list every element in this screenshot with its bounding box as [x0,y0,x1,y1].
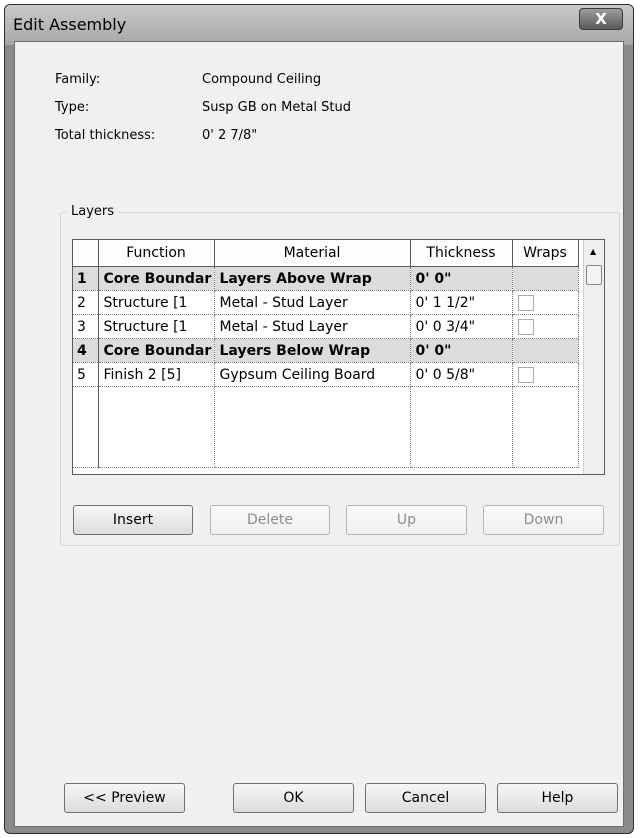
thickness-cell[interactable]: 0' 0" [410,338,513,363]
empty-row [73,386,579,468]
up-button[interactable]: Up [346,505,467,535]
thickness-cell[interactable]: 0' 1 1/2" [410,290,513,315]
thickness-column-header[interactable]: Thickness [410,240,513,267]
empty-cell [73,386,99,468]
material-cell[interactable]: Metal - Stud Layer [214,314,411,339]
wraps-column-header[interactable]: Wraps [512,240,579,267]
material-cell[interactable]: Gypsum Ceiling Board [214,362,411,387]
scrollbar-thumb[interactable] [586,265,602,285]
edit-assembly-dialog: Edit Assembly X Family: Compound Ceiling… [4,4,634,834]
material-cell[interactable]: Layers Above Wrap [214,266,411,291]
function-cell[interactable]: Structure [1 [98,314,215,339]
dialog-body: Family: Compound Ceiling Type: Susp GB o… [14,41,624,827]
delete-button[interactable]: Delete [210,505,330,535]
table-row[interactable]: 2 Structure [1 Metal - Stud Layer 0' 1 1… [73,290,579,315]
down-button[interactable]: Down [483,505,604,535]
dialog-title: Edit Assembly [13,15,127,34]
type-value: Susp GB on Metal Stud [202,100,351,115]
table-row[interactable]: 4 Core Boundar Layers Below Wrap 0' 0" [73,338,579,363]
wraps-cell [512,362,579,387]
ok-button[interactable]: OK [233,783,354,813]
empty-cell [410,386,513,468]
row-number[interactable]: 1 [73,266,99,291]
thickness-cell[interactable]: 0' 0 3/4" [410,314,513,339]
row-number[interactable]: 4 [73,338,99,363]
function-cell[interactable]: Structure [1 [98,290,215,315]
material-cell[interactable]: Metal - Stud Layer [214,290,411,315]
wraps-cell [512,290,579,315]
function-cell[interactable]: Core Boundar [98,338,215,363]
wraps-cell [512,266,579,291]
preview-button[interactable]: << Preview [64,783,185,813]
table-row[interactable]: 3 Structure [1 Metal - Stud Layer 0' 0 3… [73,314,579,339]
close-icon: X [595,10,607,28]
thickness-cell[interactable]: 0' 0 5/8" [410,362,513,387]
wraps-cell [512,314,579,339]
insert-button[interactable]: Insert [73,505,193,535]
wraps-checkbox[interactable] [517,318,534,335]
function-cell[interactable]: Finish 2 [5] [98,362,215,387]
function-cell[interactable]: Core Boundar [98,266,215,291]
empty-cell [512,386,579,468]
cancel-button[interactable]: Cancel [365,783,486,813]
total-thickness-value: 0' 2 7/8" [202,128,258,143]
material-column-header[interactable]: Material [214,240,411,267]
family-label: Family: [55,72,101,87]
title-bar[interactable]: Edit Assembly X [5,5,633,45]
row-number[interactable]: 5 [73,362,99,387]
help-button[interactable]: Help [497,783,618,813]
row-number[interactable]: 3 [73,314,99,339]
family-value: Compound Ceiling [202,72,322,87]
empty-cell [98,386,215,468]
wraps-checkbox[interactable] [517,366,534,383]
table-row[interactable]: 1 Core Boundar Layers Above Wrap 0' 0" [73,266,579,291]
row-number-header [73,240,99,267]
vertical-scrollbar[interactable]: ▲ [583,240,604,474]
close-button[interactable]: X [579,8,623,30]
layers-table: Function Material Thickness Wraps 1 Core… [72,239,605,475]
layers-group-label: Layers [67,204,119,219]
total-thickness-label: Total thickness: [55,128,156,143]
table-row[interactable]: 5 Finish 2 [5] Gypsum Ceiling Board 0' 0… [73,362,579,387]
wraps-checkbox[interactable] [517,294,534,311]
function-column-header[interactable]: Function [98,240,215,267]
material-cell[interactable]: Layers Below Wrap [214,338,411,363]
scroll-up-arrow-icon[interactable]: ▲ [590,247,596,256]
type-label: Type: [55,100,90,115]
empty-cell [214,386,411,468]
thickness-cell[interactable]: 0' 0" [410,266,513,291]
row-number[interactable]: 2 [73,290,99,315]
wraps-cell [512,338,579,363]
